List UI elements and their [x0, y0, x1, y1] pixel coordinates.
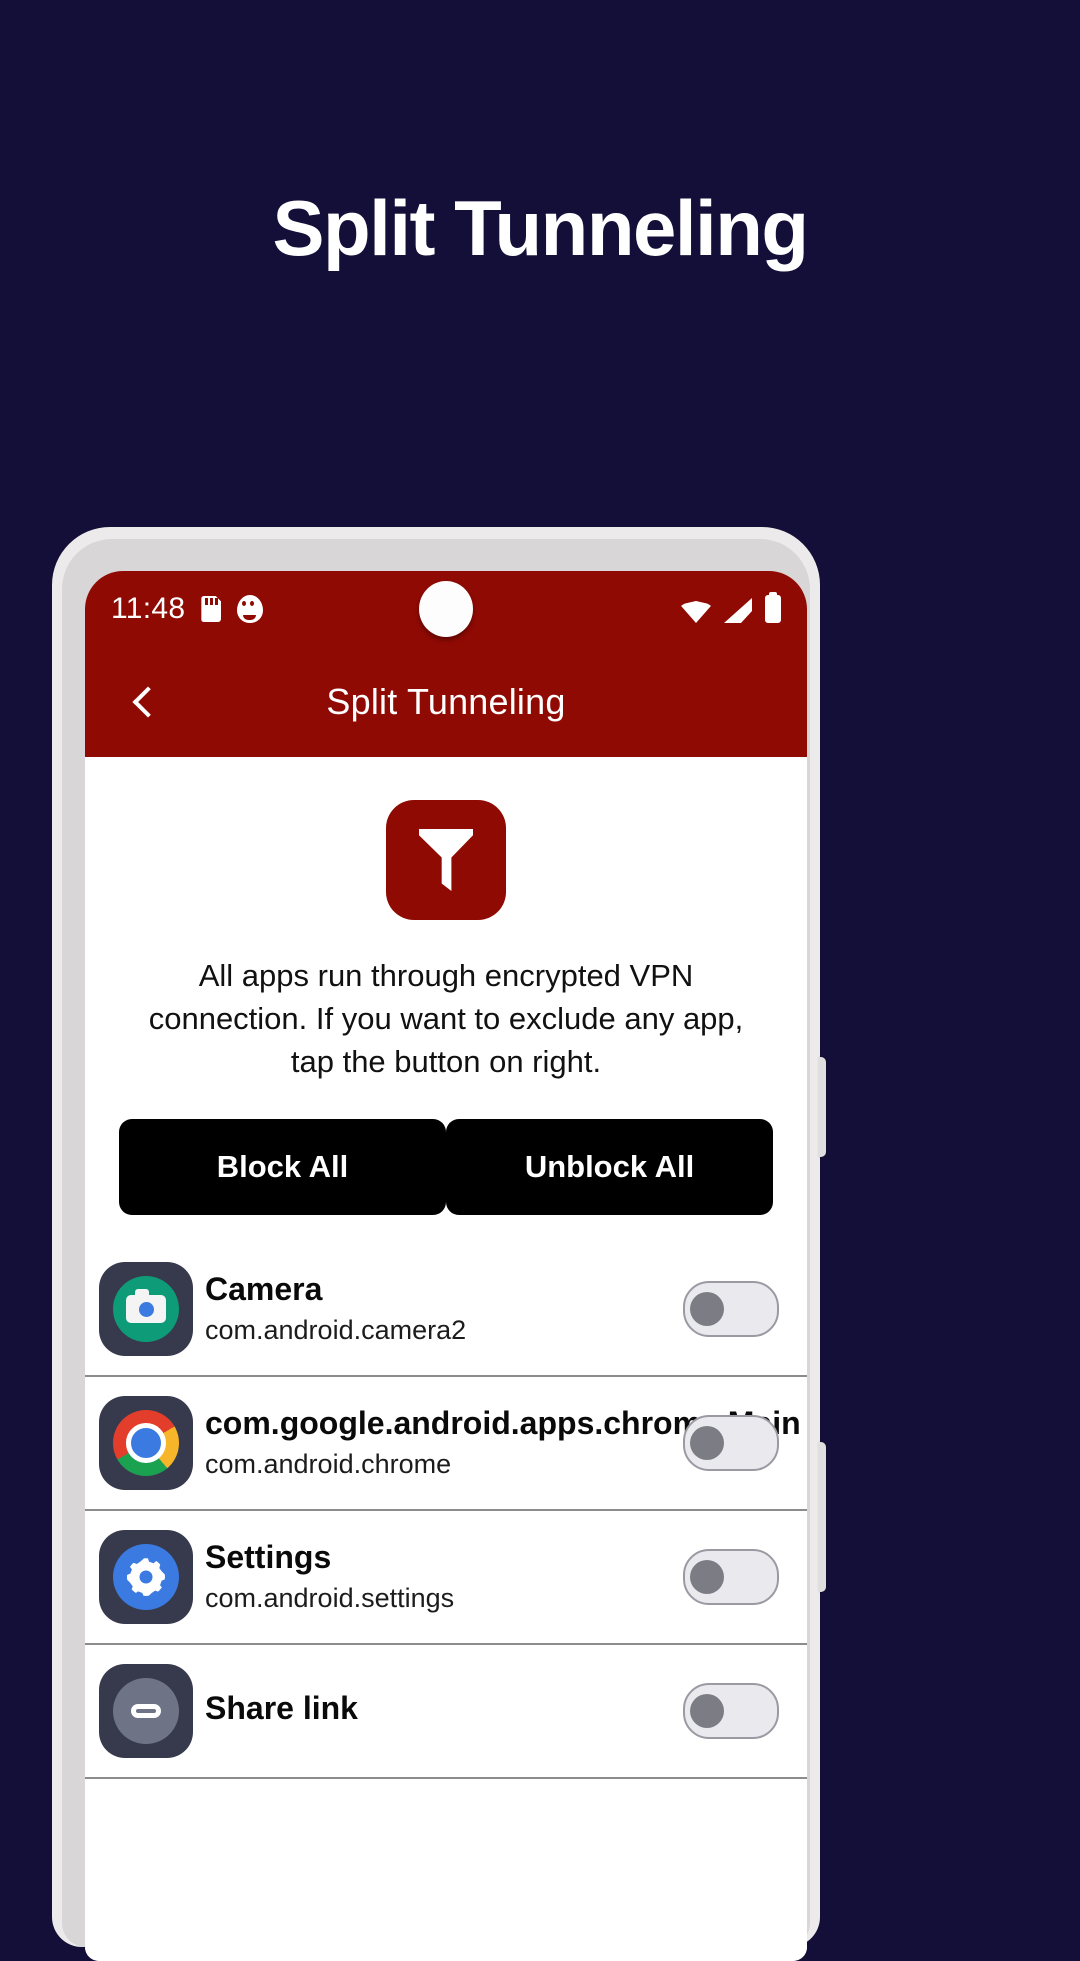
front-camera-notch [419, 581, 473, 637]
camera-icon-body [126, 1289, 166, 1324]
list-item[interactable]: Camera com.android.camera2 [85, 1243, 807, 1378]
app-block-toggle[interactable] [683, 1683, 779, 1740]
action-button-row: Block All Unblock All [119, 1119, 773, 1216]
app-list: Camera com.android.camera2 com.google.an… [85, 1243, 807, 1780]
app-bar: Split Tunneling [85, 647, 807, 757]
app-package: com.android.chrome [205, 1448, 452, 1479]
description-text: All apps run through encrypted VPN conne… [148, 958, 744, 1079]
app-name: Settings [205, 1538, 332, 1575]
list-item[interactable]: com.google.android.apps.chrome.Main com.… [85, 1377, 807, 1512]
funnel-icon [419, 829, 473, 891]
battery-icon [765, 595, 781, 623]
funnel-icon-tile [386, 800, 506, 920]
status-bar-left: 11:48 [111, 592, 264, 626]
app-block-toggle[interactable] [683, 1415, 779, 1472]
phone-frame: 11:48 Split Tunneling All apps run throu… [52, 527, 826, 1961]
page-title: Split Tunneling [272, 184, 809, 272]
wifi-icon [681, 601, 711, 623]
app-text-block: Camera com.android.camera2 [205, 1271, 671, 1348]
app-bar-title: Split Tunneling [326, 681, 566, 722]
phone-side-button-volume[interactable] [818, 1057, 826, 1157]
list-item[interactable]: Settings com.android.settings [85, 1511, 807, 1646]
status-bar-clock: 11:48 [111, 592, 186, 625]
cellular-signal-icon [724, 598, 752, 623]
app-text-block: com.google.android.apps.chrome.Main com.… [205, 1404, 801, 1482]
sd-card-icon [201, 596, 222, 622]
app-name: Camera [205, 1270, 323, 1307]
app-package: com.android.settings [205, 1582, 455, 1613]
back-button[interactable] [119, 676, 171, 728]
camera-app-icon [99, 1262, 193, 1357]
chrome-app-icon [99, 1396, 193, 1491]
hero-icon-container [85, 757, 807, 920]
toggle-knob [690, 1694, 724, 1729]
share-link-icon-circle [113, 1678, 179, 1745]
chevron-left-icon [132, 686, 164, 718]
app-package: com.android.camera2 [205, 1314, 467, 1345]
app-name: com.google.android.apps.chrome.Main [205, 1404, 801, 1441]
phone-screen: 11:48 Split Tunneling All apps run throu… [85, 571, 807, 1961]
app-name: Share link [205, 1690, 358, 1727]
toggle-knob [690, 1426, 724, 1461]
app-text-block: Share link [205, 1690, 671, 1732]
app-block-toggle[interactable] [683, 1549, 779, 1606]
pet-face-icon [237, 595, 264, 623]
app-text-block: Settings com.android.settings [205, 1539, 671, 1616]
settings-app-icon [99, 1530, 193, 1625]
status-bar-right [681, 595, 781, 623]
toggle-knob [690, 1292, 724, 1327]
list-item[interactable]: Share link [85, 1645, 807, 1780]
block-all-button[interactable]: Block All [119, 1119, 446, 1216]
status-bar: 11:48 [85, 571, 807, 647]
toggle-knob [690, 1560, 724, 1595]
gear-icon [127, 1558, 165, 1596]
unblock-all-button[interactable]: Unblock All [446, 1119, 773, 1216]
settings-icon-circle [113, 1544, 179, 1611]
chrome-icon-glyph [113, 1410, 179, 1477]
share-link-app-icon [99, 1664, 193, 1759]
camera-icon-lens [138, 1301, 154, 1317]
screen-content: All apps run through encrypted VPN conne… [85, 757, 807, 1961]
camera-icon-ring [113, 1276, 179, 1343]
phone-bezel: 11:48 Split Tunneling All apps run throu… [62, 539, 810, 1961]
app-block-toggle[interactable] [683, 1281, 779, 1338]
link-icon [131, 1704, 161, 1719]
phone-side-button-power[interactable] [818, 1442, 826, 1592]
